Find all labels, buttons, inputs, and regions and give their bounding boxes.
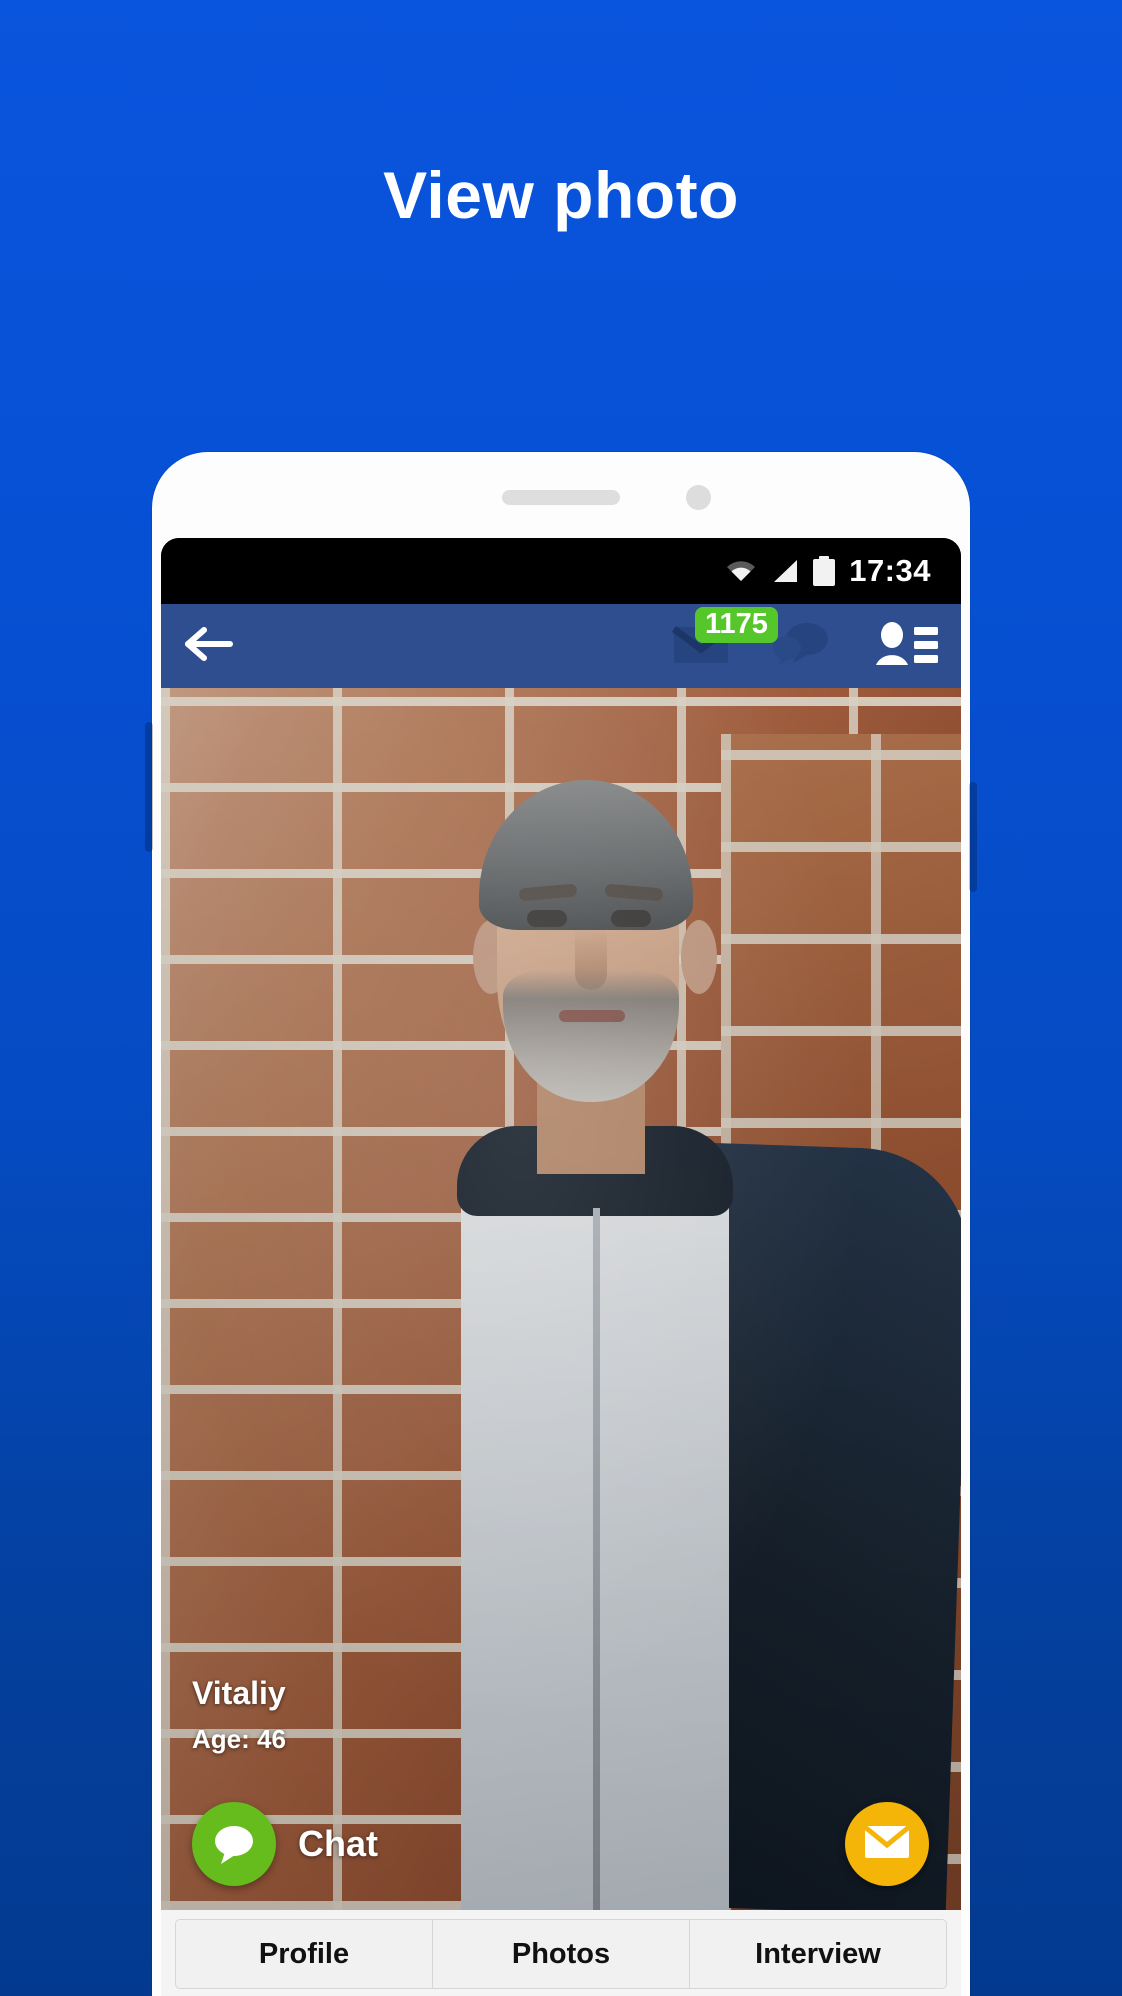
status-bar: 17:34 [161,538,961,604]
chat-bubbles-icon [771,621,831,672]
phone-mockup: 17:34 1175 Vitaliy Age: 46 Chat Profile … [145,452,977,1996]
chat-fab[interactable]: Chat [192,1802,378,1886]
status-bar-icons [725,556,836,586]
tab-photos[interactable]: Photos [433,1919,690,1989]
profile-photo[interactable]: Vitaliy Age: 46 Chat [161,688,961,1910]
status-bar-clock: 17:34 [849,553,931,588]
page-title: View photo [383,158,739,232]
phone-volume-buttons [145,722,153,852]
back-button[interactable] [161,624,257,669]
back-arrow-icon [184,624,234,669]
envelope-icon [863,1824,911,1864]
phone-power-button [969,782,977,892]
mail-button[interactable]: 1175 [651,606,778,672]
contacts-button[interactable] [851,621,961,672]
profile-name: Vitaliy [192,1675,286,1711]
app-toolbar: 1175 [161,604,961,688]
phone-screen: 17:34 1175 Vitaliy Age: 46 Chat Profile … [161,538,961,1996]
chat-fab-label: Chat [298,1823,378,1864]
wifi-icon [725,559,757,583]
front-camera-icon [686,485,711,510]
contact-list-icon [874,621,938,672]
tab-profile[interactable]: Profile [175,1919,433,1989]
profile-tab-bar: Profile Photos Interview [161,1910,961,1996]
chat-button[interactable] [751,621,851,672]
battery-icon [813,556,836,586]
promo-screenshot: View photo 17:34 1175 Vitaliy Age: 46 Ch… [0,0,1122,1996]
chat-bubble-icon [192,1802,276,1886]
signal-icon [771,558,799,584]
mail-fab[interactable] [845,1802,929,1886]
tab-interview[interactable]: Interview [690,1919,947,1989]
earpiece-speaker [502,490,620,505]
profile-age: Age: 46 [192,1724,286,1754]
